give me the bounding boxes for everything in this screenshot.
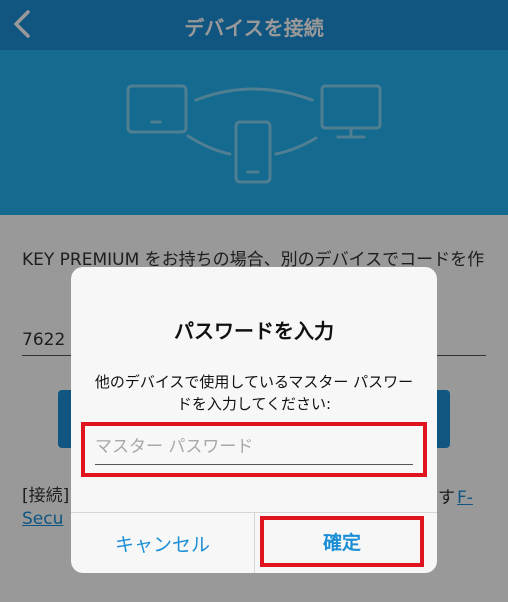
password-dialog: パスワードを入力 他のデバイスで使用しているマスター パスワードを入力してくださ… (71, 267, 437, 573)
confirm-button[interactable]: 確定 (260, 516, 424, 567)
master-password-input[interactable] (93, 430, 411, 464)
button-divider-vertical (254, 512, 255, 573)
cancel-button[interactable]: キャンセル (71, 513, 254, 573)
input-underline (95, 464, 413, 465)
dialog-message: 他のデバイスで使用しているマスター パスワードを入力してください: (94, 373, 414, 413)
password-input-highlight (81, 422, 427, 477)
dialog-title: パスワードを入力 (174, 319, 334, 343)
